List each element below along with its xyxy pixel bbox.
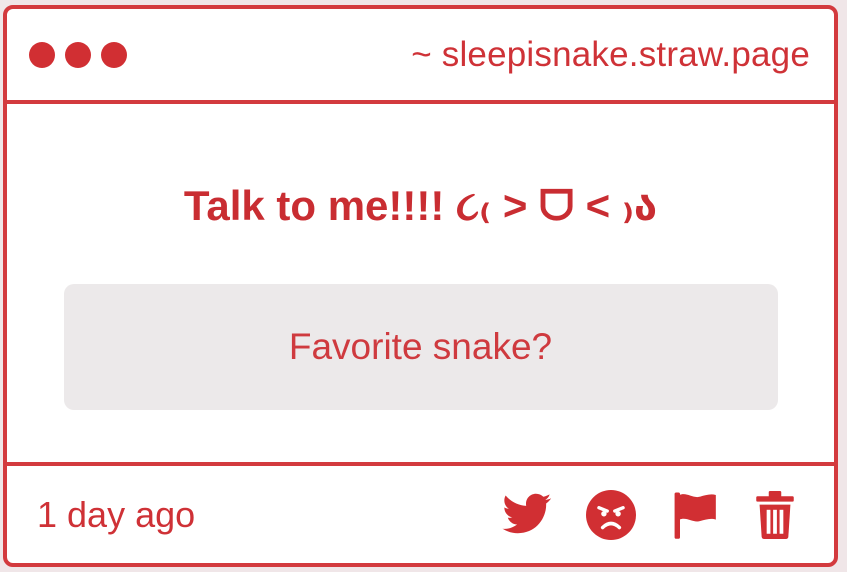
angry-face-icon[interactable] [586,489,636,540]
flag-icon[interactable] [670,490,720,540]
card-content: Talk to me!!!! ૮₍ ˃ ᗜ ˂ ₎ა Favorite snak… [7,104,834,462]
window-dot-red[interactable] [29,41,55,68]
timestamp: 1 day ago [37,493,196,535]
window-controls [29,41,127,68]
question-box: Favorite snake? [63,284,778,410]
message-title: Talk to me!!!! ૮₍ ˃ ᗜ ˂ ₎ა [183,182,658,229]
question-text: Favorite snake? [288,326,553,367]
trash-icon[interactable] [754,490,796,540]
twitter-icon[interactable] [500,493,552,537]
message-card: ~ sleepisnake.straw.page Talk to me!!!! … [3,5,838,567]
card-footer: 1 day ago [7,462,834,563]
card-header: ~ sleepisnake.straw.page [7,9,834,104]
window-dot-red[interactable] [101,41,127,68]
site-url[interactable]: ~ sleepisnake.straw.page [411,35,810,75]
window-dot-red[interactable] [65,41,91,68]
action-bar [500,489,796,540]
